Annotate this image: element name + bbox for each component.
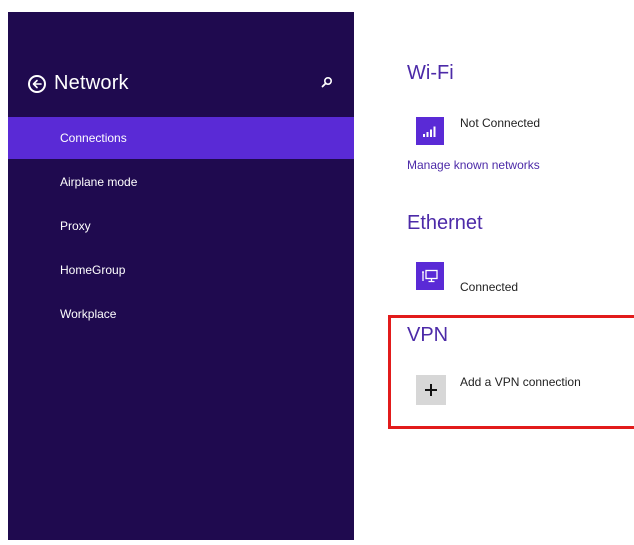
sidebar-item-label: HomeGroup [60, 263, 126, 277]
add-vpn-button[interactable] [416, 375, 446, 405]
ethernet-status: Connected [460, 280, 519, 294]
sidebar-item-workplace[interactable]: Workplace [8, 293, 354, 335]
wifi-status: Not Connected [460, 116, 541, 130]
sidebar-item-connections[interactable]: Connections [8, 117, 354, 159]
sidebar-item-label: Workplace [60, 307, 117, 321]
wifi-signal-icon [423, 126, 436, 137]
wifi-network-tile[interactable] [416, 117, 444, 145]
network-settings-screen: Network Connections Airplane mode Proxy … [0, 0, 634, 545]
ethernet-monitor-icon [422, 269, 438, 283]
add-vpn-label[interactable]: Add a VPN connection [460, 375, 581, 389]
sidebar: Network Connections Airplane mode Proxy … [8, 12, 354, 540]
sidebar-item-label: Connections [60, 131, 127, 145]
sidebar-item-label: Airplane mode [60, 175, 138, 189]
sidebar-item-proxy[interactable]: Proxy [8, 205, 354, 247]
manage-known-networks-link[interactable]: Manage known networks [407, 158, 540, 172]
sidebar-item-label: Proxy [60, 219, 91, 233]
ethernet-section-title: Ethernet [407, 212, 483, 234]
sidebar-header: Network [28, 72, 129, 95]
search-icon[interactable] [320, 75, 334, 89]
page-title: Network [54, 72, 129, 94]
plus-icon [425, 384, 437, 396]
sidebar-item-airplane-mode[interactable]: Airplane mode [8, 161, 354, 203]
sidebar-item-homegroup[interactable]: HomeGroup [8, 249, 354, 291]
vpn-section-title: VPN [407, 324, 449, 346]
ethernet-connection-tile[interactable] [416, 262, 444, 290]
wifi-section-title: Wi-Fi [407, 62, 454, 84]
sidebar-nav: Connections Airplane mode Proxy HomeGrou… [8, 117, 354, 337]
back-arrow-circle-icon[interactable] [28, 74, 46, 93]
